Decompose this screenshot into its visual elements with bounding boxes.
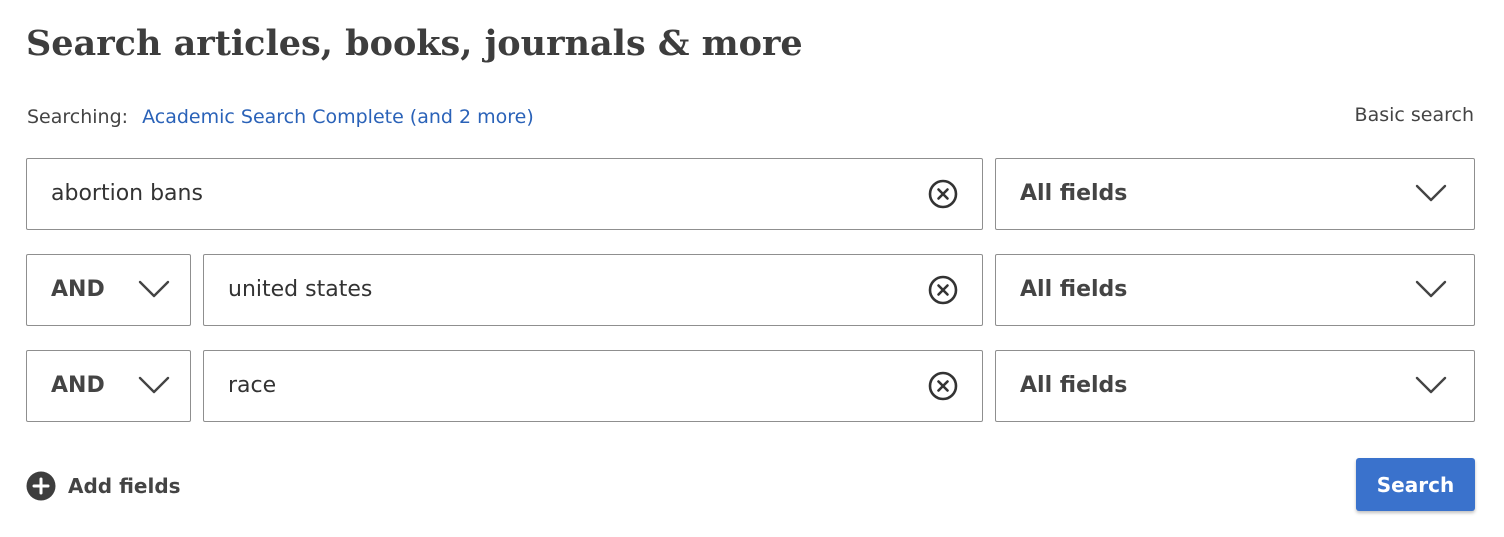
plus-circle-icon — [26, 471, 56, 501]
chevron-down-icon — [1415, 376, 1447, 394]
operator-select-row-3[interactable]: AND — [26, 350, 191, 422]
databases-link[interactable]: Academic Search Complete (and 2 more) — [142, 106, 534, 128]
page-title: Search articles, books, journals & more — [26, 23, 803, 64]
field-select-value: All fields — [1020, 181, 1128, 206]
search-input-row-1[interactable]: abortion bans — [26, 158, 983, 230]
clear-icon[interactable] — [928, 179, 958, 209]
field-select-row-3[interactable]: All fields — [995, 350, 1475, 422]
operator-select-row-2[interactable]: AND — [26, 254, 191, 326]
search-button[interactable]: Search — [1356, 458, 1475, 511]
chevron-down-icon — [1415, 280, 1447, 298]
field-select-value: All fields — [1020, 277, 1128, 302]
field-select-row-1[interactable]: All fields — [995, 158, 1475, 230]
add-fields-label: Add fields — [68, 474, 181, 498]
chevron-down-icon — [138, 280, 170, 298]
search-query-text[interactable]: united states — [228, 255, 372, 325]
operator-select-value: AND — [51, 373, 105, 398]
search-input-row-2[interactable]: united states — [203, 254, 983, 326]
operator-select-value: AND — [51, 277, 105, 302]
search-input-row-3[interactable]: race — [203, 350, 983, 422]
add-fields-button[interactable]: Add fields — [26, 470, 181, 502]
field-select-value: All fields — [1020, 373, 1128, 398]
search-query-text[interactable]: race — [228, 351, 276, 421]
search-query-text[interactable]: abortion bans — [51, 159, 203, 229]
searching-label: Searching: — [27, 106, 129, 128]
clear-icon[interactable] — [928, 371, 958, 401]
clear-icon[interactable] — [928, 275, 958, 305]
chevron-down-icon — [1415, 184, 1447, 202]
field-select-row-2[interactable]: All fields — [995, 254, 1475, 326]
basic-search-link[interactable]: Basic search — [1355, 102, 1474, 128]
chevron-down-icon — [138, 376, 170, 394]
searching-databases: Searching: Academic Search Complete (and… — [27, 104, 534, 130]
